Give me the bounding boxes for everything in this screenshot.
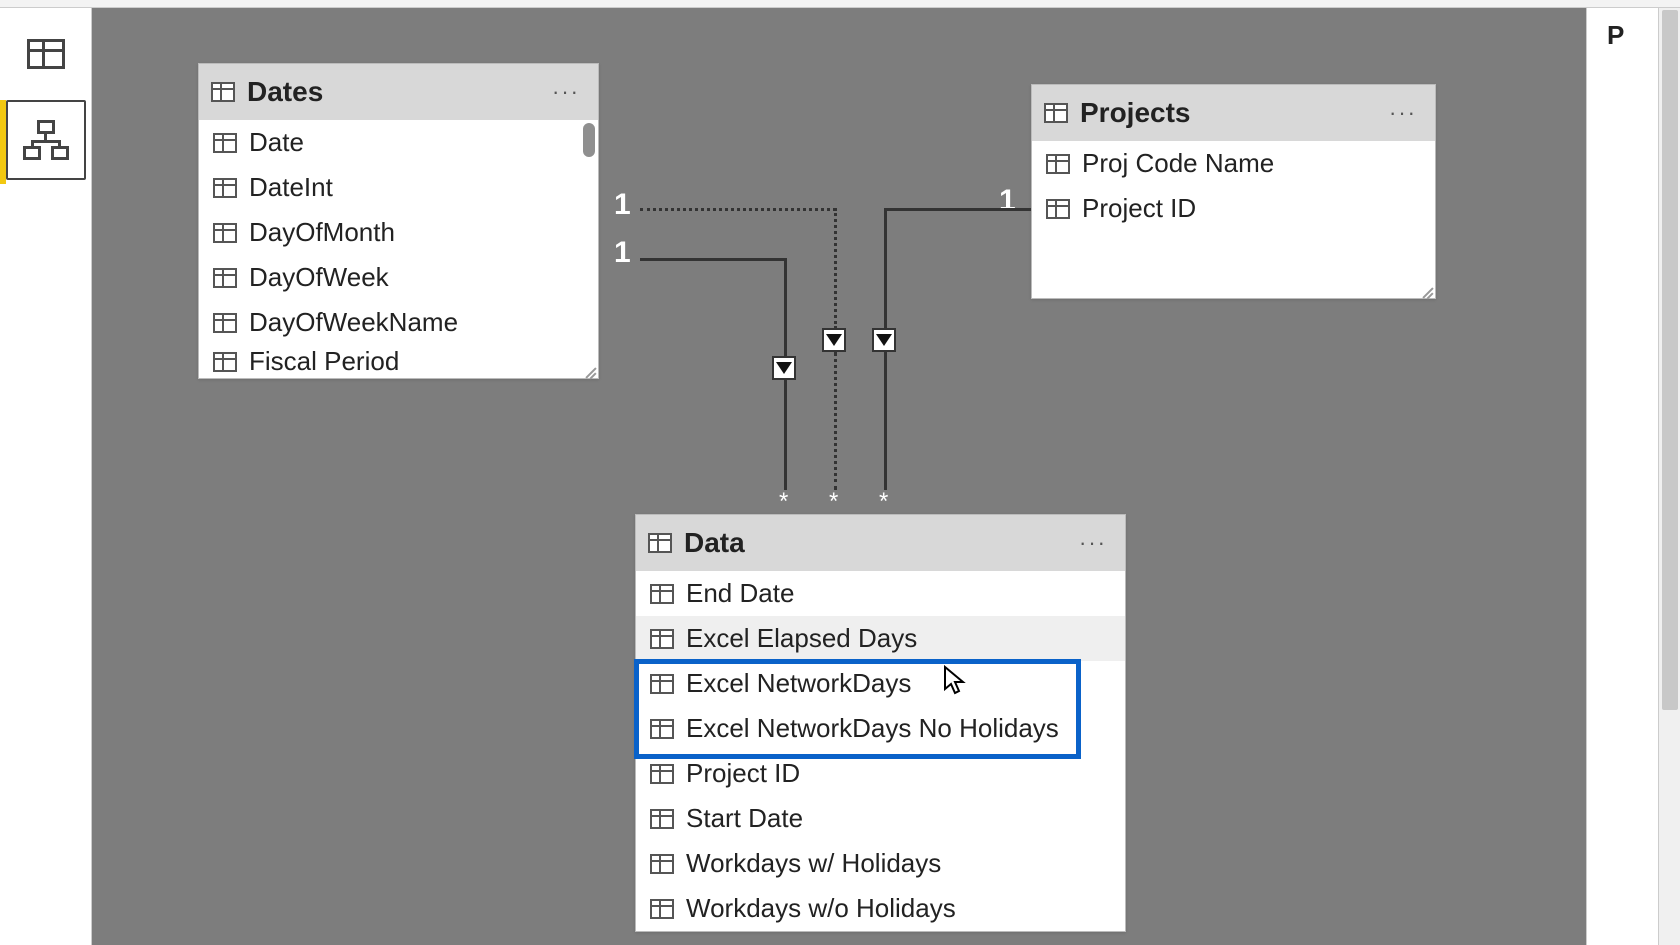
- relationship-line[interactable]: [784, 380, 787, 490]
- column-icon: [650, 674, 674, 694]
- column-icon: [213, 178, 237, 198]
- cardinality-many-label: *: [779, 488, 788, 516]
- table-icon: [1044, 103, 1068, 123]
- table-icon: [27, 39, 65, 69]
- column-icon: [213, 268, 237, 288]
- relationship-line[interactable]: [784, 258, 787, 363]
- field-label: Project ID: [1082, 193, 1196, 224]
- table-title: Dates: [247, 76, 534, 108]
- fields-pane-collapsed[interactable]: P: [1586, 8, 1658, 945]
- field-item[interactable]: End Date: [636, 571, 1125, 616]
- relationship-line[interactable]: [884, 208, 1031, 211]
- field-item[interactable]: Project ID: [1032, 186, 1435, 231]
- field-label: DateInt: [249, 172, 333, 203]
- field-item[interactable]: DayOfMonth: [199, 210, 598, 255]
- field-label: Proj Code Name: [1082, 148, 1274, 179]
- vertical-scrollbar[interactable]: [1658, 8, 1680, 945]
- field-item[interactable]: Proj Code Name: [1032, 141, 1435, 186]
- scrollbar-thumb[interactable]: [583, 123, 595, 157]
- relationship-line-inactive[interactable]: [834, 352, 837, 490]
- resize-handle[interactable]: [1421, 284, 1435, 298]
- table-card-header[interactable]: Data ···: [636, 515, 1125, 571]
- field-item[interactable]: Workdays w/ Holidays: [636, 841, 1125, 886]
- table-card-projects[interactable]: Projects ··· Proj Code Name Project ID: [1031, 84, 1436, 299]
- table-icon: [211, 82, 235, 102]
- field-label: End Date: [686, 578, 794, 609]
- field-item[interactable]: Project ID: [636, 751, 1125, 796]
- field-label: Workdays w/o Holidays: [686, 893, 956, 924]
- table-icon: [648, 533, 672, 553]
- model-canvas[interactable]: Dates ··· Date DateInt DayOfMonth DayOfW…: [92, 8, 1586, 945]
- model-icon: [23, 120, 69, 160]
- cardinality-one-label: 1: [614, 236, 631, 270]
- relationship-line-inactive[interactable]: [834, 208, 837, 329]
- field-list: Date DateInt DayOfMonth DayOfWeek DayOfW…: [199, 120, 598, 378]
- column-icon: [650, 719, 674, 739]
- relationship-filter-direction[interactable]: [872, 328, 896, 352]
- cardinality-many-label: *: [829, 488, 838, 516]
- field-item[interactable]: Start Date: [636, 796, 1125, 841]
- more-menu-button[interactable]: ···: [1383, 96, 1423, 130]
- column-icon: [650, 584, 674, 604]
- relationship-line[interactable]: [640, 258, 787, 261]
- column-icon: [650, 854, 674, 874]
- field-list: Proj Code Name Project ID: [1032, 141, 1435, 298]
- ribbon-icon-fragment: [22, 0, 78, 8]
- field-item[interactable]: DayOfWeekName: [199, 300, 598, 345]
- column-icon: [213, 313, 237, 333]
- field-item[interactable]: DayOfWeek: [199, 255, 598, 300]
- column-icon: [1046, 199, 1070, 219]
- column-icon: [213, 352, 237, 372]
- field-label: Excel Elapsed Days: [686, 623, 917, 654]
- table-card-header[interactable]: Dates ···: [199, 64, 598, 120]
- table-title: Projects: [1080, 97, 1371, 129]
- field-label: DayOfMonth: [249, 217, 395, 248]
- more-menu-button[interactable]: ···: [1073, 526, 1113, 560]
- more-menu-button[interactable]: ···: [546, 75, 586, 109]
- table-card-header[interactable]: Projects ···: [1032, 85, 1435, 141]
- field-label: Date: [249, 127, 304, 158]
- table-card-dates[interactable]: Dates ··· Date DateInt DayOfMonth DayOfW…: [198, 63, 599, 379]
- field-item[interactable]: Excel NetworkDays: [636, 661, 1125, 706]
- ribbon-strip: [0, 0, 1680, 8]
- field-label: Start Date: [686, 803, 803, 834]
- field-label: Workdays w/ Holidays: [686, 848, 941, 879]
- field-item[interactable]: Excel Elapsed Days: [636, 616, 1125, 661]
- table-card-data[interactable]: Data ··· End Date Excel Elapsed Days Exc…: [635, 514, 1126, 932]
- relationship-line[interactable]: [884, 352, 887, 490]
- view-nav-rail: [0, 8, 92, 945]
- field-list: End Date Excel Elapsed Days Excel Networ…: [636, 571, 1125, 931]
- field-item[interactable]: Excel NetworkDays No Holidays: [636, 706, 1125, 751]
- column-icon: [213, 133, 237, 153]
- field-label: DayOfWeek: [249, 262, 389, 293]
- field-item[interactable]: Fiscal Period: [199, 345, 598, 378]
- field-item[interactable]: Workdays w/o Holidays: [636, 886, 1125, 931]
- cardinality-one-label: 1: [999, 184, 1016, 218]
- field-label: Project ID: [686, 758, 800, 789]
- column-icon: [650, 764, 674, 784]
- field-item[interactable]: DateInt: [199, 165, 598, 210]
- relationship-line-inactive[interactable]: [640, 208, 836, 211]
- field-label: Excel NetworkDays No Holidays: [686, 713, 1059, 744]
- nav-data-view[interactable]: [6, 14, 86, 94]
- column-icon: [650, 899, 674, 919]
- cardinality-one-label: 1: [614, 188, 631, 222]
- scrollbar-thumb[interactable]: [1662, 10, 1678, 710]
- column-icon: [650, 809, 674, 829]
- field-label: DayOfWeekName: [249, 307, 458, 338]
- field-label: Fiscal Period: [249, 346, 399, 377]
- relationship-line[interactable]: [884, 208, 887, 329]
- column-icon: [650, 629, 674, 649]
- field-label: Excel NetworkDays: [686, 668, 911, 699]
- field-item[interactable]: Date: [199, 120, 598, 165]
- column-icon: [1046, 154, 1070, 174]
- relationship-filter-direction[interactable]: [772, 356, 796, 380]
- column-icon: [213, 223, 237, 243]
- panel-label: P: [1607, 20, 1624, 51]
- table-title: Data: [684, 527, 1061, 559]
- nav-model-view[interactable]: [6, 100, 86, 180]
- resize-handle[interactable]: [584, 364, 598, 378]
- relationship-filter-direction[interactable]: [822, 328, 846, 352]
- cardinality-many-label: *: [879, 488, 888, 516]
